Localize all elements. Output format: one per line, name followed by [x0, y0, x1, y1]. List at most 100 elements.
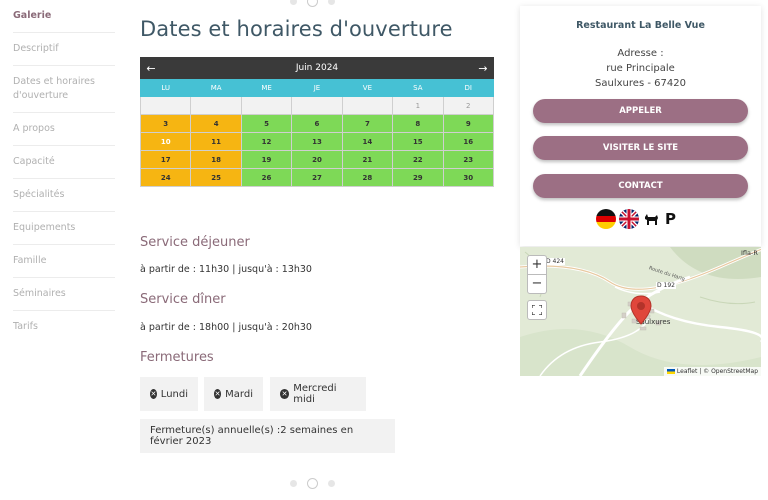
close-circle-icon: ✕	[280, 389, 290, 399]
lunch-title: Service déjeuner	[140, 235, 250, 250]
uk-flag-icon	[619, 209, 639, 229]
calendar-grid: LU MA ME JE VE SA DI 1 2 3 4 5 6 7 8 9 1…	[139, 79, 495, 187]
calendar-day-open: 26	[240, 168, 293, 187]
contact-button[interactable]: CONTACT	[533, 174, 748, 198]
closures-title: Fermetures	[140, 350, 214, 365]
closure-day-label: Lundi	[160, 388, 188, 400]
location-pin-icon[interactable]	[630, 295, 652, 325]
weekday-label: SA	[392, 79, 444, 97]
location-map[interactable]: D 424 Route du Harig D 192 Saulxures Ifl…	[520, 247, 761, 376]
calendar-day-closed: 18	[190, 150, 242, 169]
weekday-label: MA	[190, 79, 242, 97]
map-road-label: D 424	[545, 258, 565, 265]
calendar-day-closed: 17	[139, 150, 192, 169]
calendar-day-closed: 11	[190, 132, 242, 151]
dinner-hours: à partir de : 18h00 | jusqu'à : 20h30	[140, 322, 312, 333]
lunch-hours: à partir de : 11h30 | jusqu'à : 13h30	[140, 264, 312, 275]
calendar-day-closed: 24	[139, 168, 192, 187]
weekday-label: JE	[291, 79, 343, 97]
calendar-day-open: 15	[392, 132, 444, 151]
calendar-day-open: 8	[392, 114, 444, 133]
calendar-day-empty	[240, 96, 293, 115]
sidebar-item-seminaires[interactable]: Séminaires	[13, 278, 115, 311]
calendar-day-open: 22	[392, 150, 444, 169]
annual-closure-text: Fermeture(s) annuelle(s) :2 semaines en …	[150, 425, 354, 447]
calendar-day-open: 13	[291, 132, 343, 151]
sidebar-nav: Galerie Descriptif Dates et horaires d'o…	[13, 0, 115, 343]
call-button[interactable]: APPELER	[533, 99, 748, 123]
calendar-day-open: 6	[291, 114, 343, 133]
calendar-day-open: 7	[341, 114, 394, 133]
calendar-month: Juin 2024	[295, 63, 339, 73]
sidebar-item-famille[interactable]: Famille	[13, 245, 115, 278]
weekday-label: VE	[341, 79, 394, 97]
annual-closure: Fermeture(s) annuelle(s) :2 semaines en …	[140, 419, 395, 453]
address-city: Saulxures - 67420	[595, 78, 686, 89]
restaurant-card: Restaurant La Belle Vue Adresse : rue Pr…	[520, 6, 761, 246]
closure-chip-mardi: ✕ Mardi	[204, 377, 263, 411]
calendar-day: 1	[392, 96, 444, 115]
calendar-day-open: 19	[240, 150, 293, 169]
calendar-day-open: 9	[442, 114, 495, 133]
sidebar-item-dates[interactable]: Dates et horaires d'ouverture	[13, 66, 115, 113]
carousel-dot-active[interactable]	[307, 478, 318, 489]
zoom-out-button[interactable]: −	[527, 274, 547, 294]
close-circle-icon: ✕	[150, 389, 157, 399]
german-flag-icon	[596, 209, 616, 229]
calendar-day-empty	[341, 96, 394, 115]
restaurant-name: Restaurant La Belle Vue	[576, 20, 705, 31]
amenity-icons: P	[596, 209, 676, 229]
calendar-header: ← Juin 2024 →	[140, 57, 494, 79]
sidebar-item-galerie[interactable]: Galerie	[13, 0, 115, 33]
calendar-day-closed: 25	[190, 168, 242, 187]
map-road-label: D 192	[656, 282, 676, 289]
main-content: Dates et horaires d'ouverture ← Juin 202…	[139, 0, 500, 187]
calendar-day-closed: 10	[139, 132, 192, 151]
map-attribution[interactable]: Leaflet | © OpenStreetMap	[663, 367, 761, 376]
calendar-day: 2	[442, 96, 495, 115]
carousel-dot[interactable]	[328, 480, 335, 487]
close-circle-icon: ✕	[214, 389, 222, 399]
sidebar-item-specialites[interactable]: Spécialités	[13, 179, 115, 212]
calendar-day-open: 29	[392, 168, 444, 187]
carousel-dots-bottom	[290, 478, 335, 489]
parking-icon: P	[665, 210, 676, 228]
calendar-day-open: 21	[341, 150, 394, 169]
dinner-title: Service dîner	[140, 292, 226, 307]
weekday-label: LU	[139, 79, 192, 97]
weekday-label: ME	[240, 79, 293, 97]
closure-day-label: Mercredi midi	[293, 383, 337, 405]
ukraine-flag-icon	[666, 369, 675, 374]
calendar-day-open: 30	[442, 168, 495, 187]
weekday-label: DI	[442, 79, 495, 97]
address-label: Adresse :	[617, 48, 664, 59]
carousel-dot[interactable]	[290, 480, 297, 487]
attribution-text: Leaflet | © OpenStreetMap	[676, 368, 758, 375]
calendar-day-open: 12	[240, 132, 293, 151]
calendar-day-open: 28	[341, 168, 394, 187]
calendar-day-open: 23	[442, 150, 495, 169]
calendar-day-closed: 4	[190, 114, 242, 133]
closure-chip-mercredi: ✕ Mercredi midi	[270, 377, 366, 411]
page-title: Dates et horaires d'ouverture	[140, 17, 453, 41]
zoom-in-button[interactable]: +	[527, 255, 547, 274]
calendar-prev-button[interactable]: ←	[140, 62, 162, 75]
pets-allowed-icon	[645, 214, 658, 225]
sidebar-item-capacite[interactable]: Capacité	[13, 146, 115, 179]
fullscreen-button[interactable]	[527, 300, 547, 320]
sidebar-item-equipements[interactable]: Equipements	[13, 212, 115, 245]
calendar-day-open: 16	[442, 132, 495, 151]
closure-day-label: Mardi	[225, 388, 253, 400]
calendar-next-button[interactable]: →	[472, 62, 494, 75]
calendar-day-empty	[291, 96, 343, 115]
calendar-day-open: 20	[291, 150, 343, 169]
sidebar-item-descriptif[interactable]: Descriptif	[13, 33, 115, 66]
fullscreen-icon	[531, 304, 543, 316]
sidebar-item-a-propos[interactable]: A propos	[13, 113, 115, 146]
calendar-day-open: 27	[291, 168, 343, 187]
sidebar-item-tarifs[interactable]: Tarifs	[13, 311, 115, 343]
calendar-day-open: 5	[240, 114, 293, 133]
calendar-day-closed: 3	[139, 114, 192, 133]
visit-site-button[interactable]: VISITER LE SITE	[533, 136, 748, 160]
calendar-day-empty	[139, 96, 192, 115]
